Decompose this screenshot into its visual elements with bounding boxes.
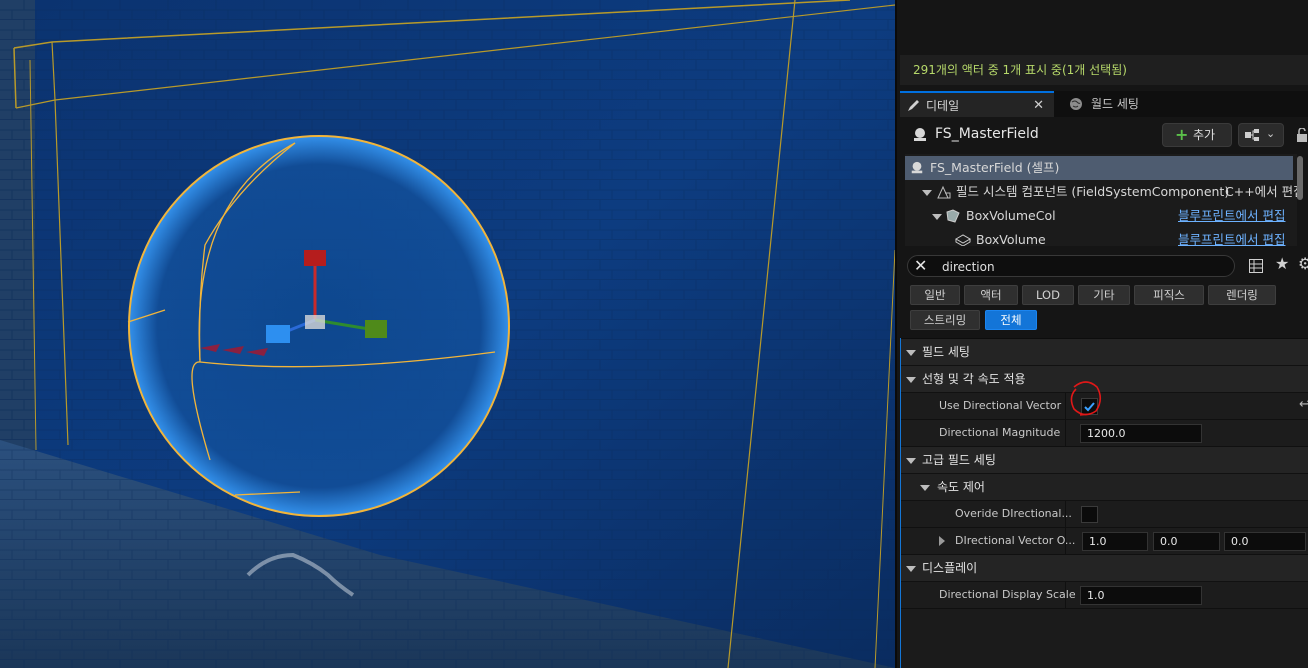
filter-general[interactable]: 일반 [910,285,960,305]
globe-icon [1070,98,1082,110]
vector-y-input[interactable]: 0.0 [1153,532,1220,551]
prop-label: Use Directional Vector [939,399,1062,412]
column-separator [1065,582,1066,608]
search-box: ✕ [907,255,1235,277]
collapse-arrow-icon [906,350,916,356]
tab-details-label: 디테일 [926,99,960,113]
section-label: 속도 제어 [937,480,985,494]
filter-streaming[interactable]: 스트리밍 [910,310,980,330]
prop-label: Directional Magnitude [939,426,1061,439]
viewport-scene [0,0,895,668]
column-separator [1065,528,1066,554]
tab-details[interactable]: 디테일 ✕ [900,91,1054,117]
box-icon [955,234,971,246]
column-separator [1065,501,1066,527]
section-label: 고급 필드 세팅 [922,453,996,467]
collapse-arrow-icon [906,377,916,383]
section-display[interactable]: 디스플레이 [900,555,1308,582]
tree-row-label: FS_MasterField (셀프) [930,160,1060,175]
reset-arrow-icon[interactable]: ↩ [1299,397,1308,412]
expand-arrow-icon[interactable] [939,536,945,546]
prop-label: Overide DIrectional... [955,507,1072,520]
expand-arrow-icon[interactable] [932,214,942,220]
property-list: 필드 세팅 선형 및 각 속도 적용 Use Directional Vecto… [900,338,1308,668]
blueprint-options-button[interactable]: ⌄ [1238,123,1284,147]
prop-label: DIrectional Vector O... [955,534,1076,547]
collapse-arrow-icon [920,485,930,491]
section-advanced-field[interactable]: 고급 필드 세팅 [900,447,1308,474]
geometry-collection-icon [946,209,960,223]
add-component-button[interactable]: + 추가 [1162,123,1232,147]
vector-z-input[interactable]: 0.0 [1224,532,1306,551]
search-input[interactable] [940,257,1224,277]
filter-misc[interactable]: 기타 [1078,285,1130,305]
filter-physics[interactable]: 피직스 [1134,285,1204,305]
directional-magnitude-input[interactable]: 1200.0 [1080,424,1202,443]
filter-rendering[interactable]: 렌더링 [1208,285,1276,305]
gear-icon[interactable]: ⚙ [1298,254,1308,273]
tree-row-field-system[interactable]: 필드 시스템 컴포넌트 (FieldSystemComponent) C++에서… [905,180,1297,204]
override-directional-checkbox[interactable] [1081,506,1098,523]
component-tree: FS_MasterField (셀프) 필드 시스템 컴포넌트 (FieldSy… [905,154,1297,246]
edit-in-blueprint-link[interactable]: 블루프린트에서 편집 [1178,228,1285,246]
tree-row-label: 필드 시스템 컴포넌트 (FieldSystemComponent) [956,184,1230,199]
field-system-icon [937,185,951,199]
prop-override-directional: Overide DIrectional... [900,501,1308,528]
tree-row-label: BoxVolume [976,232,1046,246]
actor-name: FS_MasterField [935,126,1039,142]
add-label: 추가 [1193,128,1216,142]
pencil-icon [908,100,919,111]
tree-row-boxvolume[interactable]: BoxVolume 블루프린트에서 편집 [905,228,1293,246]
section-label: 디스플레이 [922,561,978,575]
prop-label: Directional Display Scale [939,588,1076,601]
table-view-icon[interactable] [1249,259,1263,273]
section-field-settings[interactable]: 필드 세팅 [900,339,1308,366]
actor-count-status: 291개의 액터 중 1개 표시 중(1개 선택됨) [900,55,1308,85]
section-velocity-control[interactable]: 속도 제어 [900,474,1308,501]
prop-use-directional-vector: Use Directional Vector ↩ [900,381,1308,420]
chevron-down-icon: ⌄ [1266,127,1276,140]
section-label: 필드 세팅 [922,345,970,359]
red-circle-annotation [1070,381,1102,416]
collapse-arrow-icon [906,566,916,572]
star-icon[interactable]: ★ [1275,254,1289,273]
lock-icon[interactable] [1296,128,1308,142]
level-viewport[interactable] [0,0,895,668]
tree-row-self[interactable]: FS_MasterField (셀프) [905,156,1293,180]
panel-tabs: 디테일 ✕ 월드 세팅 [900,91,1308,117]
prop-directional-display-scale: Directional Display Scale 1.0 [900,582,1308,609]
tab-world-settings[interactable]: 월드 세팅 [1065,91,1221,117]
clear-search-icon[interactable]: ✕ [914,256,927,276]
edit-in-blueprint-link[interactable]: 블루프린트에서 편집 [1178,204,1285,228]
tree-row-boxvolumecol[interactable]: BoxVolumeCol 블루프린트에서 편집 [905,204,1293,228]
column-separator [1065,420,1066,446]
actor-header: FS_MasterField + 추가 ⌄ [900,120,1308,150]
focus-edge [900,338,901,668]
expand-arrow-icon[interactable] [922,190,932,196]
display-scale-input[interactable]: 1.0 [1080,586,1202,605]
collapse-arrow-icon [906,458,916,464]
vector-x-input[interactable]: 1.0 [1082,532,1148,551]
plus-icon: + [1175,125,1189,144]
actor-icon [911,161,923,174]
edit-in-cpp-link[interactable]: C++에서 편집 [1225,180,1297,204]
prop-directional-magnitude: Directional Magnitude 1200.0 [900,420,1308,447]
filter-lod[interactable]: LOD [1022,285,1074,305]
tree-row-label: BoxVolumeCol [966,208,1056,223]
details-panel: 291개의 액터 중 1개 표시 중(1개 선택됨) 디테일 ✕ 월드 세팅 F… [897,0,1308,668]
actor-icon [914,128,926,141]
tree-scrollbar[interactable] [1297,156,1303,200]
close-icon[interactable]: ✕ [1033,93,1044,119]
filter-all[interactable]: 전체 [985,310,1037,330]
tab-world-settings-label: 월드 세팅 [1091,97,1139,111]
hierarchy-icon [1245,129,1259,141]
filter-actor[interactable]: 액터 [964,285,1018,305]
section-label: 선형 및 각 속도 적용 [922,372,1026,386]
prop-directional-vector-override: DIrectional Vector O... 1.0 0.0 0.0 [900,528,1308,555]
